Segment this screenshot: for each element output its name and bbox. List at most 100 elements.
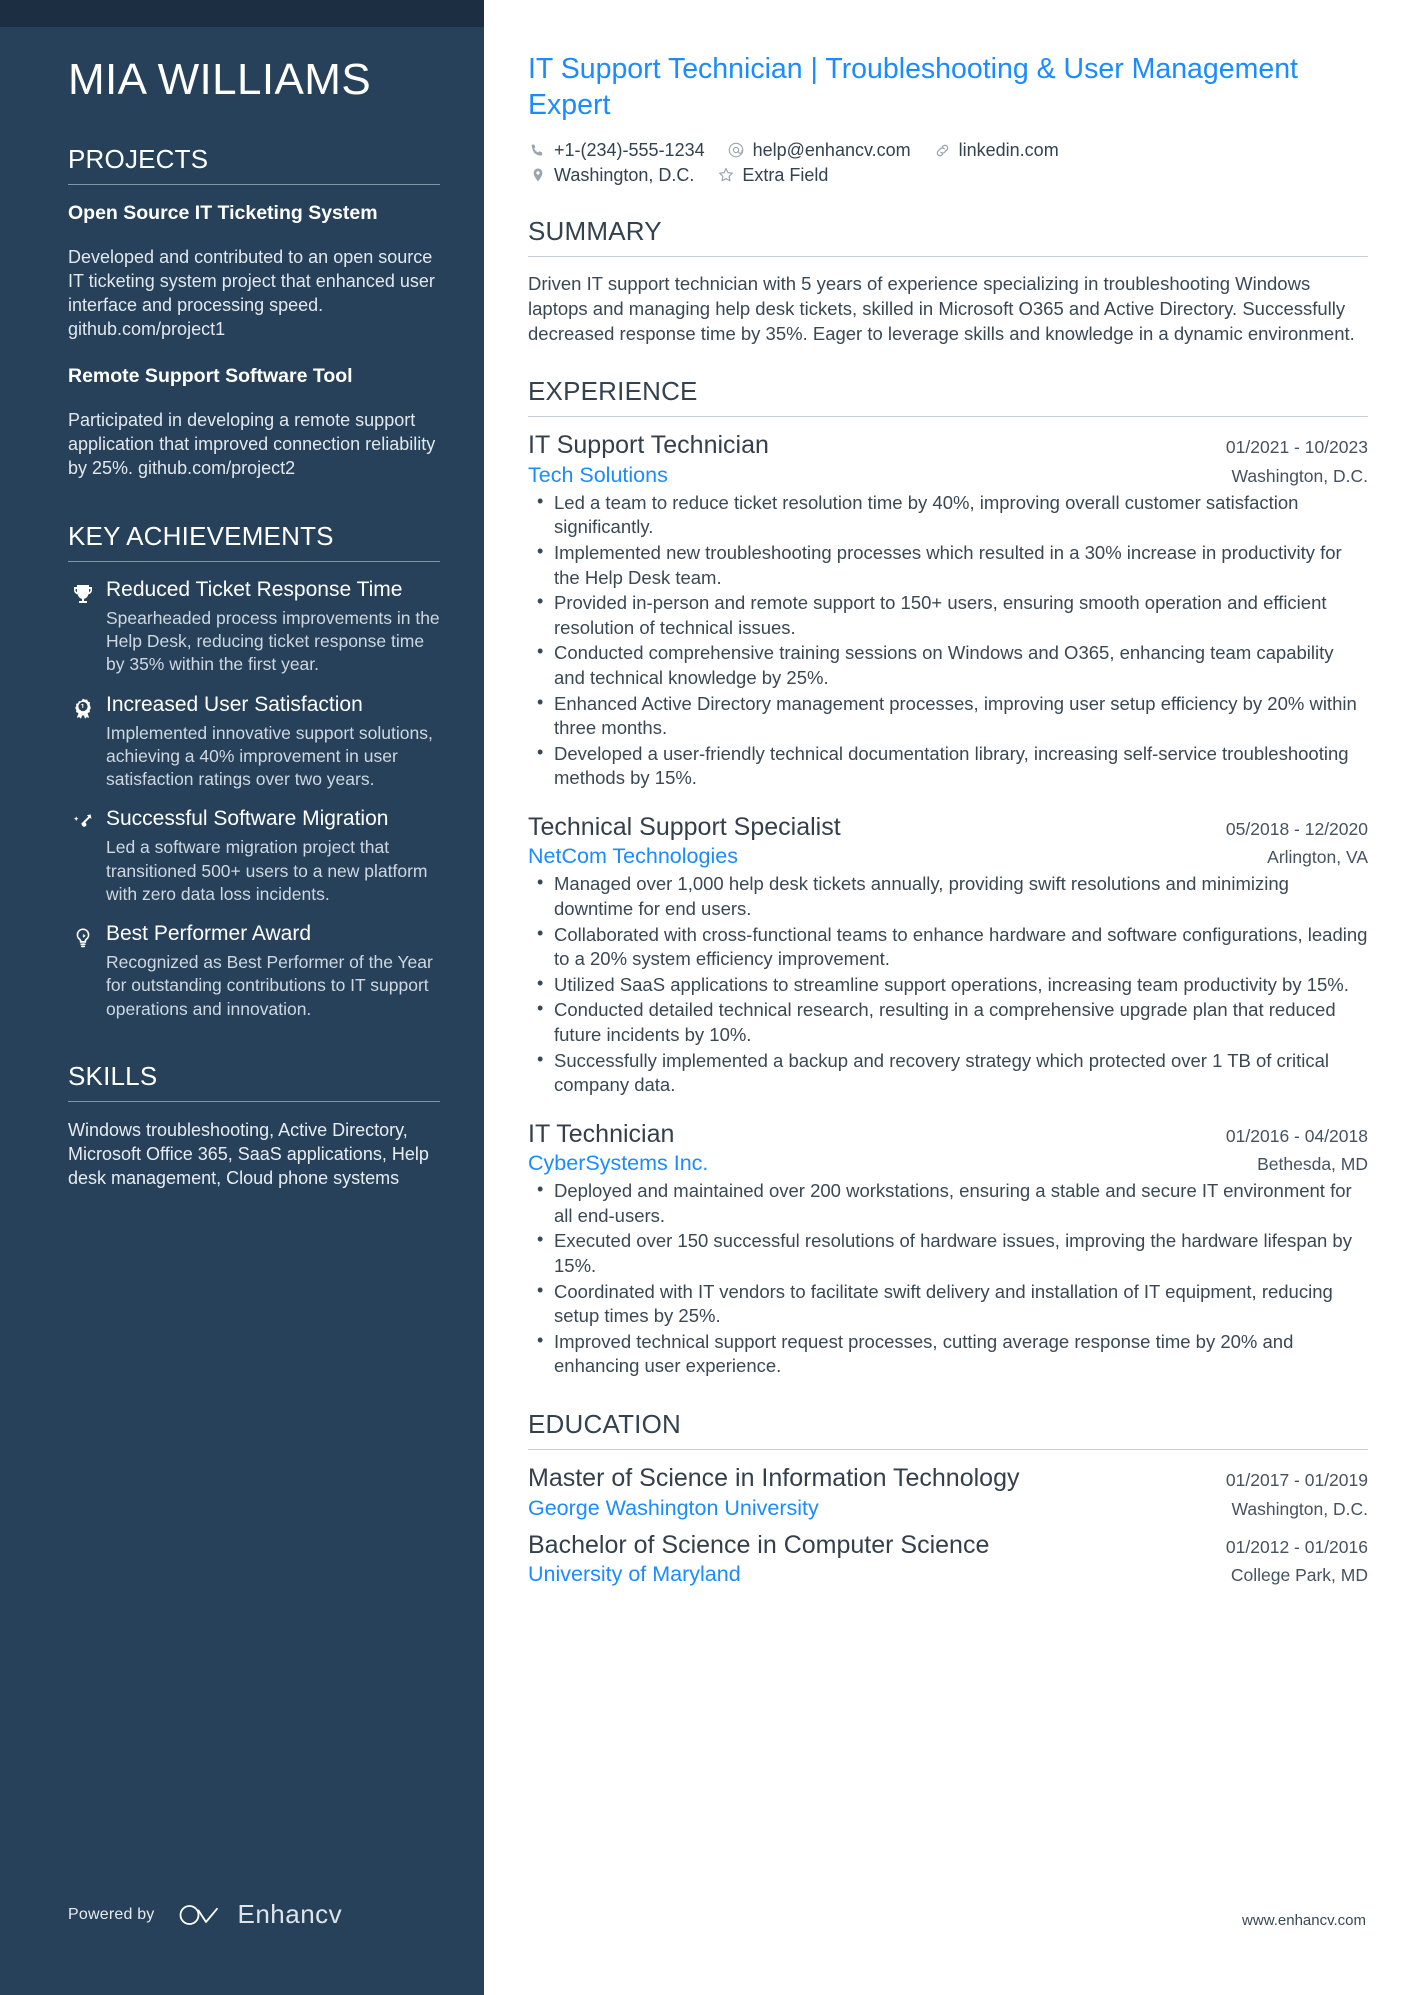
project-item: Open Source IT Ticketing System Develope…: [68, 201, 440, 342]
bullet: Conducted comprehensive training session…: [537, 640, 1368, 690]
bullet: Enhanced Active Directory management pro…: [537, 691, 1368, 741]
phone-icon: [528, 141, 547, 160]
bullet: Implemented new troubleshooting processe…: [537, 540, 1368, 590]
summary-heading: SUMMARY: [528, 215, 662, 246]
section-experience: EXPERIENCE IT Support Technician 01/2021…: [528, 376, 1368, 1379]
job-dates: 01/2021 - 10/2023: [1225, 437, 1368, 458]
school-location: College Park, MD: [1230, 1565, 1368, 1585]
company-name[interactable]: NetCom Technologies: [528, 844, 738, 869]
achievement-title: Increased User Satisfaction: [106, 692, 363, 716]
achievement-item: Successful Software Migration Led a soft…: [68, 807, 440, 906]
achievements-heading: KEY ACHIEVEMENTS: [68, 520, 334, 551]
enhancv-logo: Enhancv: [177, 1899, 343, 1930]
professional-headline: IT Support Technician | Troubleshooting …: [528, 53, 1298, 121]
job-title: IT Technician: [528, 1119, 675, 1148]
school-location: Washington, D.C.: [1231, 1498, 1369, 1519]
contact-email[interactable]: help@enhancv.com: [727, 140, 911, 161]
divider: [68, 1100, 440, 1102]
degree-dates: 01/2017 - 01/2019: [1225, 1470, 1368, 1490]
job-title: Technical Support Specialist: [528, 812, 841, 841]
contact-email-text: help@enhancv.com: [752, 139, 911, 160]
site-url: www.enhancv.com: [1242, 1912, 1366, 1929]
degree-dates: 01/2012 - 01/2016: [1225, 1536, 1368, 1557]
company-name[interactable]: Tech Solutions: [528, 463, 668, 488]
resume-page: MIA WILLIAMS PROJECTS Open Source IT Tic…: [0, 0, 1410, 1995]
contact-extra-field[interactable]: Extra Field: [716, 165, 828, 186]
degree-title: Bachelor of Science in Computer Science: [528, 1530, 990, 1559]
section-summary: SUMMARY Driven IT support technician wit…: [528, 216, 1368, 346]
main-column: IT Support Technician | Troubleshooting …: [484, 0, 1410, 1995]
bullet: Provided in-person and remote support to…: [537, 590, 1368, 640]
enhancv-brand-name: Enhancv: [237, 1899, 343, 1929]
school-name[interactable]: George Washington University: [528, 1496, 819, 1521]
sidebar-section-achievements: KEY ACHIEVEMENTS Reduced Ticket Response…: [68, 521, 440, 1021]
company-name[interactable]: CyberSystems Inc.: [528, 1151, 708, 1176]
bullet: Developed a user-friendly technical docu…: [537, 741, 1368, 791]
job-location: Washington, D.C.: [1231, 465, 1369, 486]
achievement-description: Led a software migration project that tr…: [106, 837, 428, 904]
summary-text: Driven IT support technician with 5 year…: [528, 272, 1355, 345]
bullet: Utilized SaaS applications to streamline…: [537, 972, 1368, 998]
job-location: Bethesda, MD: [1257, 1154, 1368, 1175]
contact-extra-field-text: Extra Field: [742, 164, 829, 185]
project-name: Open Source IT Ticketing System: [68, 202, 378, 225]
divider: [528, 255, 1368, 257]
sidebar-content: MIA WILLIAMS PROJECTS Open Source IT Tic…: [68, 0, 440, 1190]
skills-list: Windows troubleshooting, Active Director…: [68, 1119, 429, 1189]
divider: [528, 416, 1368, 418]
experience-heading: EXPERIENCE: [528, 376, 698, 407]
job-bullets: Deployed and maintained over 200 worksta…: [528, 1178, 1368, 1379]
award-ribbon-icon: [68, 693, 98, 721]
education-entry: Bachelor of Science in Computer Science …: [528, 1531, 1368, 1588]
achievement-item: Increased User Satisfaction Implemented …: [68, 693, 440, 792]
bullet: Improved technical support request proce…: [537, 1329, 1368, 1379]
at-email-icon: [727, 141, 746, 160]
achievement-item: Best Performer Award Recognized as Best …: [68, 922, 440, 1021]
job-location: Arlington, VA: [1267, 847, 1368, 868]
school-name[interactable]: University of Maryland: [528, 1562, 741, 1587]
experience-entry: IT Technician 01/2016 - 04/2018 CyberSys…: [528, 1120, 1368, 1379]
bullet: Conducted detailed technical research, r…: [537, 997, 1368, 1047]
contact-phone[interactable]: +1-(234)-555-1234: [528, 140, 705, 161]
bullet: Led a team to reduce ticket resolution t…: [537, 490, 1368, 540]
achievement-description: Spearheaded process improvements in the …: [106, 607, 440, 675]
divider: [68, 184, 440, 186]
bullet: Deployed and maintained over 200 worksta…: [537, 1178, 1368, 1228]
divider: [68, 560, 440, 562]
bullet: Successfully implemented a backup and re…: [537, 1048, 1368, 1098]
project-name: Remote Support Software Tool: [68, 365, 353, 388]
degree-title: Master of Science in Information Technol…: [528, 1464, 1020, 1492]
trophy-icon: [68, 578, 98, 606]
contact-location[interactable]: Washington, D.C.: [528, 165, 694, 186]
project-description: Developed and contributed to an open sou…: [68, 247, 435, 340]
contact-linkedin-text: linkedin.com: [958, 139, 1059, 160]
contact-location-text: Washington, D.C.: [554, 164, 695, 185]
project-description: Participated in developing a remote supp…: [68, 410, 436, 478]
contact-phone-text: +1-(234)-555-1234: [554, 139, 705, 160]
projects-heading: PROJECTS: [68, 144, 209, 175]
achievement-title: Successful Software Migration: [106, 807, 389, 831]
powered-by-label: Powered by: [68, 1905, 155, 1923]
star-icon: [716, 166, 735, 185]
contact-row-primary: +1-(234)-555-1234 help@enhancv.com linke…: [528, 140, 1368, 161]
bullet: Managed over 1,000 help desk tickets ann…: [537, 871, 1368, 921]
job-dates: 05/2018 - 12/2020: [1225, 818, 1368, 839]
contact-linkedin[interactable]: linkedin.com: [933, 140, 1059, 161]
contact-row-secondary: Washington, D.C. Extra Field: [528, 165, 1368, 186]
experience-entry: IT Support Technician 01/2021 - 10/2023 …: [528, 431, 1368, 791]
achievement-title: Best Performer Award: [106, 922, 312, 946]
achievement-description: Recognized as Best Performer of the Year…: [106, 952, 433, 1019]
project-item: Remote Support Software Tool Participate…: [68, 364, 440, 481]
education-heading: EDUCATION: [528, 1409, 681, 1439]
sidebar-section-skills: SKILLS Windows troubleshooting, Active D…: [68, 1061, 440, 1190]
achievement-description: Implemented innovative support solutions…: [106, 722, 433, 790]
section-education: EDUCATION Master of Science in Informati…: [528, 1409, 1368, 1587]
bullet: Collaborated with cross-functional teams…: [537, 922, 1368, 972]
bullet: Executed over 150 successful resolutions…: [537, 1228, 1368, 1278]
education-entry: Master of Science in Information Technol…: [528, 1464, 1368, 1521]
job-title: IT Support Technician: [528, 431, 769, 460]
experience-entry: Technical Support Specialist 05/2018 - 1…: [528, 813, 1368, 1098]
achievement-title: Reduced Ticket Response Time: [106, 577, 403, 601]
achievement-item: Reduced Ticket Response Time Spearheaded…: [68, 578, 440, 677]
job-dates: 01/2016 - 04/2018: [1225, 1125, 1368, 1146]
